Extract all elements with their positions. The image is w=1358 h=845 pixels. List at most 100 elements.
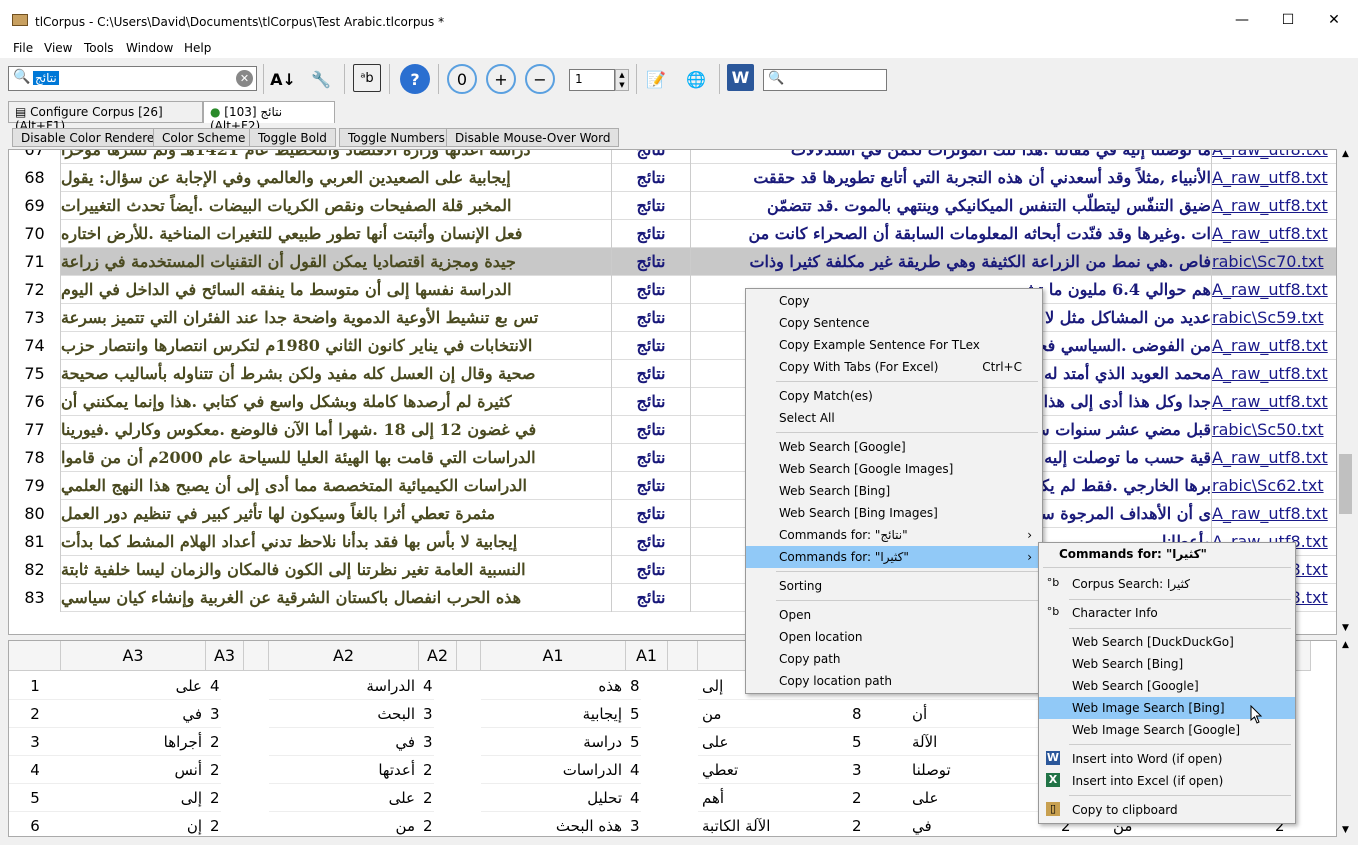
column-header[interactable]: A3	[61, 641, 206, 671]
menu-open-location[interactable]: Open location	[746, 626, 1042, 648]
left-context[interactable]: كثيرة لم أرصدها كاملة وبشكل واسع في كتاب…	[61, 388, 611, 416]
left-context[interactable]: مثمرة تعطي أثرا بالغاً وسيكون لها تأثير …	[61, 500, 611, 528]
left-context[interactable]: إيجابية على الصعيدين العربي والعالمي وفي…	[61, 164, 611, 192]
right-context[interactable]: ما توصلنا إليه في مقالنا .هذا تلك المؤثر…	[691, 150, 1211, 164]
word-cell[interactable]: أن	[908, 700, 1038, 728]
toggle-numbers-button[interactable]: Toggle Numbers	[339, 128, 454, 147]
count-cell[interactable]: 2	[206, 756, 221, 784]
word-cell[interactable]: من	[269, 812, 419, 836]
sort-az-icon[interactable]: A↓	[268, 64, 298, 94]
file-link[interactable]: rabic\Sc62.txt	[1211, 472, 1336, 500]
count-cell[interactable]: 3	[206, 700, 221, 728]
maximize-button[interactable]: ☐	[1278, 10, 1298, 30]
left-context[interactable]: تس بع تنشيط الأوعية الدموية واضحة جدا عن…	[61, 304, 611, 332]
color-scheme-button[interactable]: Color Scheme	[153, 128, 255, 147]
left-context[interactable]: الدراسة نفسها إلى أن متوسط ما ينفقه السا…	[61, 276, 611, 304]
menu-view[interactable]: View	[44, 41, 72, 55]
count-cell[interactable]: 8	[626, 672, 641, 700]
menu-web-search-bing-images[interactable]: Web Search [Bing Images]	[746, 502, 1042, 524]
left-context[interactable]: فعل الإنسان وأثبتت أنها تطور طبيعي للتغي…	[61, 220, 611, 248]
column-header[interactable]: A1	[626, 641, 668, 671]
submenu-insert-excel[interactable]: X Insert into Excel (if open)	[1039, 770, 1295, 792]
file-link[interactable]: A_raw_utf8.txt	[1211, 360, 1336, 388]
disable-mouse-over-word-button[interactable]: Disable Mouse-Over Word	[446, 128, 620, 147]
menu-copy-path[interactable]: Copy path	[746, 648, 1042, 670]
count-cell[interactable]: 5	[626, 700, 641, 728]
scrollbar-thumb[interactable]	[1339, 454, 1352, 514]
menu-web-search-google-images[interactable]: Web Search [Google Images]	[746, 458, 1042, 480]
count-cell[interactable]: 2	[419, 756, 434, 784]
column-header[interactable]	[244, 641, 269, 671]
menu-commands-for-word[interactable]: Commands for: "كثيرا" ›	[746, 546, 1042, 568]
file-link[interactable]: A_raw_utf8.txt	[1211, 164, 1336, 192]
word-cell[interactable]: على	[698, 728, 848, 756]
menu-web-search-bing[interactable]: Web Search [Bing]	[746, 480, 1042, 502]
word-cell[interactable]: أجراها	[61, 728, 206, 756]
keyword[interactable]: نتائج	[611, 360, 691, 388]
file-link[interactable]: A_raw_utf8.txt	[1211, 276, 1336, 304]
concordance-row[interactable]: 71 جيدة ومجزية اقتصاديا يمكن القول أن الت…	[9, 248, 1336, 276]
word-cell[interactable]: إلى	[61, 784, 206, 812]
left-context[interactable]: دراسة أعدتها وزارة الاقتصاد والتخطيط عام…	[61, 150, 611, 164]
concordance-row[interactable]: 67 دراسة أعدتها وزارة الاقتصاد والتخطيط ع…	[9, 150, 1336, 164]
concordance-row[interactable]: 77 في غضون 12 إلى 18 .شهرا أما الآن فالوض…	[9, 416, 1336, 444]
zoom-in-icon[interactable]: +	[486, 64, 516, 94]
menu-web-search-google[interactable]: Web Search [Google]	[746, 436, 1042, 458]
menu-copy-location-path[interactable]: Copy location path	[746, 670, 1042, 692]
right-context[interactable]: الأنبياء ,مثلاً وقد أسعدني أن هذه التجرب…	[691, 164, 1211, 192]
menu-copy-with-tabs[interactable]: Copy With Tabs (For Excel) Ctrl+C	[746, 356, 1042, 378]
word-cell[interactable]: على	[61, 672, 206, 700]
keyword[interactable]: نتائج	[611, 528, 691, 556]
word-cell[interactable]: دراسة	[481, 728, 626, 756]
keyword[interactable]: نتائج	[611, 150, 691, 164]
keyword[interactable]: نتائج	[611, 332, 691, 360]
word-icon[interactable]: W	[727, 64, 754, 91]
word-cell[interactable]: في	[908, 812, 1038, 836]
clear-search-icon[interactable]: ✕	[236, 70, 253, 87]
left-context[interactable]: هذه الحرب انفصال باكستان الشرقية عن الغر…	[61, 584, 611, 612]
word-cell[interactable]: تعطي	[698, 756, 848, 784]
keyword[interactable]: نتائج	[611, 276, 691, 304]
row-number[interactable]: 1	[9, 672, 61, 700]
count-cell[interactable]: 2	[206, 812, 221, 836]
submenu-copy-clipboard[interactable]: ▯ Copy to clipboard	[1039, 799, 1295, 821]
concordance-row[interactable]: 69 المخبر قلة الصفيحات ونقص الكريات البيض…	[9, 192, 1336, 220]
menu-copy-example-sentence[interactable]: Copy Example Sentence For TLex	[746, 334, 1042, 356]
notepad-icon[interactable]: 📝	[641, 64, 671, 94]
menu-select-all[interactable]: Select All	[746, 407, 1042, 429]
count-cell[interactable]: 4	[626, 756, 641, 784]
left-context[interactable]: النسبية العامة تغير نظرتنا إلى الكون فال…	[61, 556, 611, 584]
zoom-out-icon[interactable]: −	[525, 64, 555, 94]
row-number[interactable]: 6	[9, 812, 61, 836]
count-cell[interactable]: 3	[419, 700, 434, 728]
left-context[interactable]: الدراسات التي قامت بها الهيئة العليا للس…	[61, 444, 611, 472]
left-context[interactable]: إيجابية لا بأس بها فقد بدأنا نلاحظ تدني …	[61, 528, 611, 556]
keyword[interactable]: نتائج	[611, 444, 691, 472]
left-context[interactable]: جيدة ومجزية اقتصاديا يمكن القول أن التقن…	[61, 248, 611, 276]
count-cell[interactable]: 2	[419, 784, 434, 812]
right-context[interactable]: فاص .هي نمط من الزراعة الكثيفة وهي طريقة…	[691, 248, 1211, 276]
concordance-row[interactable]: 75 صحية وقال إن العسل كله مفيد ولكن بشرط …	[9, 360, 1336, 388]
menu-sorting[interactable]: Sorting	[746, 575, 1042, 597]
toggle-bold-button[interactable]: Toggle Bold	[249, 128, 336, 147]
keyword[interactable]: نتائج	[611, 220, 691, 248]
word-cell[interactable]: على	[908, 784, 1038, 812]
concordance-row[interactable]: 73 تس بع تنشيط الأوعية الدموية واضحة جدا …	[9, 304, 1336, 332]
tab-configure-corpus[interactable]: ▤ Configure Corpus [26] (Alt+F1)	[8, 101, 203, 133]
count-cell[interactable]: 3	[626, 812, 641, 836]
file-link[interactable]: A_raw_utf8.txt	[1211, 220, 1336, 248]
column-header[interactable]: A3	[206, 641, 244, 671]
count-cell[interactable]: 4	[626, 784, 641, 812]
keyword[interactable]: نتائج	[611, 388, 691, 416]
close-button[interactable]: ✕	[1324, 10, 1344, 30]
word-cell[interactable]: الآلة الكاتبة	[698, 812, 848, 836]
left-context[interactable]: صحية وقال إن العسل كله مفيد ولكن بشرط أن…	[61, 360, 611, 388]
word-cell[interactable]: تحليل	[481, 784, 626, 812]
menu-copy-matches[interactable]: Copy Match(es)	[746, 385, 1042, 407]
concordance-row[interactable]: 70 فعل الإنسان وأثبتت أنها تطور طبيعي للت…	[9, 220, 1336, 248]
word-cell[interactable]: إيجابية	[481, 700, 626, 728]
concordance-row[interactable]: 78 الدراسات التي قامت بها الهيئة العليا ل…	[9, 444, 1336, 472]
keyword[interactable]: نتائج	[611, 248, 691, 276]
word-cell[interactable]: من	[698, 700, 848, 728]
keyword[interactable]: نتائج	[611, 472, 691, 500]
